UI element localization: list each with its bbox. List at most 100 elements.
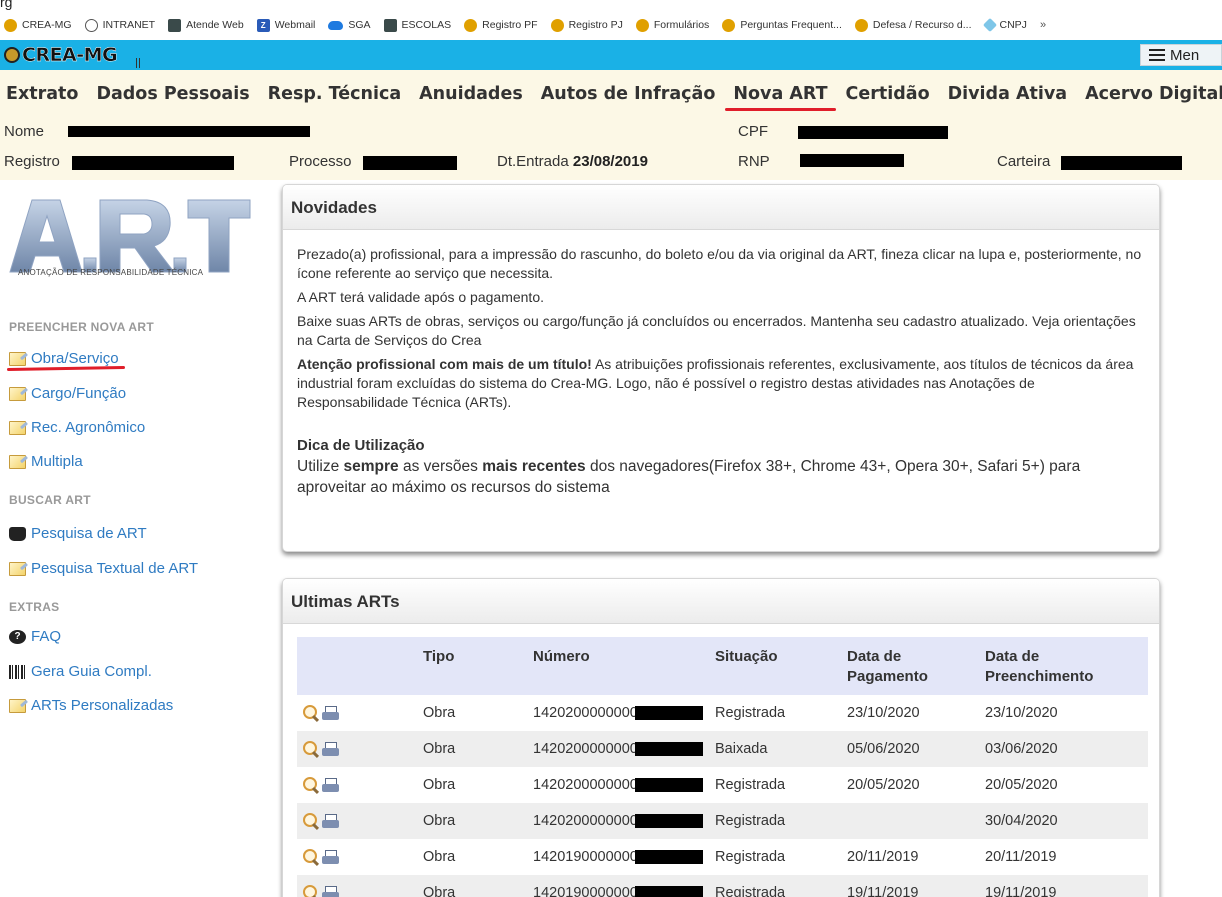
- numero-text: 1420200000000: [533, 705, 638, 721]
- arts-table: Tipo Número Situação Data de Pagamento D…: [297, 637, 1148, 897]
- printer-icon[interactable]: [322, 705, 339, 721]
- link-pesquisa-textual[interactable]: Pesquisa Textual de ART: [9, 560, 198, 577]
- cell-data-preenchimento: 03/06/2020: [985, 741, 1058, 757]
- nome-label: Nome: [4, 123, 45, 140]
- link-faq[interactable]: ? FAQ: [9, 628, 61, 645]
- bookmark-label: Registro PF: [482, 19, 538, 31]
- cell-numero[interactable]: 1420200000000: [533, 695, 715, 731]
- bookmark-item[interactable]: Atende Web: [168, 18, 244, 32]
- bookmark-item[interactable]: CREA-MG: [4, 18, 72, 32]
- nav-tab[interactable]: Anuidades: [419, 84, 523, 104]
- novidades-p1: Prezado(a) profissional, para a impressã…: [297, 246, 1142, 281]
- nav-tab[interactable]: Acervo Digital: [1085, 84, 1222, 104]
- cell-data-preenchimento: 30/04/2020: [985, 813, 1058, 829]
- cell-numero[interactable]: 1420200000000: [533, 731, 715, 767]
- document-edit-icon: [9, 698, 26, 713]
- magnifier-icon[interactable]: [303, 849, 319, 865]
- link-pesquisa-art-label: Pesquisa de ART: [31, 525, 147, 542]
- bookmark-item[interactable]: Defesa / Recurso d...: [854, 18, 972, 32]
- printer-icon[interactable]: [322, 777, 339, 793]
- bookmark-item[interactable]: Registro PJ: [550, 18, 623, 32]
- novidades-body: Prezado(a) profissional, para a impressã…: [283, 230, 1159, 498]
- nav-tab[interactable]: Divida Ativa: [948, 84, 1067, 104]
- processo-label: Processo: [289, 153, 352, 170]
- cell-data-preenchimento: 23/10/2020: [985, 705, 1058, 721]
- crea-mg-logo[interactable]: CREA-MG: [4, 42, 118, 68]
- novidades-p2: A ART terá validade após o pagamento.: [297, 289, 544, 305]
- numero-text: 1420200000000: [533, 741, 638, 757]
- rnp-redacted: [800, 154, 904, 167]
- bookmark-item[interactable]: ESCOLAS: [383, 18, 451, 32]
- magnifier-icon[interactable]: [303, 777, 319, 793]
- bookmark-label: Webmail: [274, 19, 316, 31]
- nav-tab[interactable]: Dados Pessoais: [96, 84, 249, 104]
- link-multipla-label: Multipla: [31, 453, 83, 470]
- bookmark-item[interactable]: SGA: [328, 19, 371, 31]
- cell-tipo: Obra: [423, 741, 456, 757]
- ultimas-arts-title: Ultimas ARTs: [283, 579, 1159, 624]
- nav-tab[interactable]: Certidão: [846, 84, 930, 104]
- numero-text: 1420200000000: [533, 777, 638, 793]
- link-multipla[interactable]: Multipla: [9, 453, 83, 470]
- link-arts-personalizadas-label: ARTs Personalizadas: [31, 697, 174, 714]
- cell-tipo: Obra: [423, 705, 456, 721]
- bookmark-item[interactable]: Perguntas Frequent...: [722, 18, 842, 32]
- nav-tab[interactable]: Extrato: [6, 84, 78, 104]
- printer-icon[interactable]: [322, 849, 339, 865]
- bookmark-label: Perguntas Frequent...: [740, 19, 842, 31]
- link-gera-guia[interactable]: Gera Guia Compl.: [9, 663, 152, 680]
- link-arts-personalizadas[interactable]: ARTs Personalizadas: [9, 697, 173, 714]
- cell-tipo: Obra: [423, 885, 456, 897]
- nav-tab[interactable]: Nova ART: [725, 84, 836, 111]
- bookmark-label: Registro PJ: [568, 19, 623, 31]
- numero-text: 1420190000000: [533, 885, 638, 897]
- link-pesquisa-art[interactable]: Pesquisa de ART: [9, 525, 147, 542]
- magnifier-icon[interactable]: [303, 885, 319, 897]
- crea-icon: [635, 18, 649, 32]
- zimbra-icon: Z: [256, 18, 270, 32]
- annotation-underline: [6, 365, 126, 372]
- cell-data-pagamento: 05/06/2020: [847, 741, 920, 757]
- hamburger-icon: [1149, 49, 1165, 61]
- table-row: Obra 1420190000000 Registrada 19/11/2019 19/…: [297, 875, 1148, 897]
- link-cargo-funcao[interactable]: Cargo/Função: [9, 385, 126, 402]
- bookmark-item[interactable]: Registro PF: [464, 18, 538, 32]
- nav-tab[interactable]: Autos de Infração: [541, 84, 716, 104]
- magnifier-icon[interactable]: [303, 741, 319, 757]
- printer-icon[interactable]: [322, 813, 339, 829]
- cell-data-pagamento: 23/10/2020: [847, 705, 920, 721]
- printer-icon[interactable]: [322, 885, 339, 897]
- table-row: Obra 1420190000000 Registrada 20/11/2019 20/…: [297, 839, 1148, 875]
- dt-entrada-label: Dt.Entrada: [497, 153, 569, 170]
- cell-numero[interactable]: 1420190000000: [533, 839, 715, 875]
- art-caption: ANOTAÇÃO DE RESPONSABILIDADE TÉCNICA: [18, 268, 204, 277]
- table-row: Obra 1420200000000 Registrada 20/05/2020 20/…: [297, 767, 1148, 803]
- dica-text: Utilize sempre as versões mais recentes …: [297, 456, 1145, 498]
- carteira-redacted: [1061, 156, 1182, 170]
- sidebar: ANOTAÇÃO DE RESPONSABILIDADE TÉCNICA PRE…: [0, 180, 275, 897]
- nav-tab[interactable]: Resp. Técnica: [268, 84, 402, 104]
- col-header-data-preenchimento: Data de Preenchimento: [985, 648, 1094, 685]
- bookmarks-overflow-button[interactable]: »: [1040, 19, 1046, 31]
- numero-redacted: [634, 850, 703, 865]
- bookmark-label: Defesa / Recurso d...: [872, 19, 972, 31]
- bookmark-item[interactable]: INTRANET: [84, 18, 155, 32]
- link-rec-agronomico[interactable]: Rec. Agronômico: [9, 419, 145, 436]
- cell-numero[interactable]: 1420200000000: [533, 767, 715, 803]
- crea-seal-icon: [4, 47, 20, 63]
- magnifier-icon[interactable]: [303, 705, 319, 721]
- bookmark-item[interactable]: CNPJ: [982, 17, 1027, 33]
- link-obra-servico[interactable]: Obra/Serviço: [9, 350, 119, 367]
- row-actions: [297, 875, 423, 897]
- menu-button[interactable]: Men: [1140, 44, 1222, 66]
- magnifier-icon[interactable]: [303, 813, 319, 829]
- cell-numero[interactable]: 1420200000000: [533, 803, 715, 839]
- bookmarks-bar: rg CREA-MG INTRANET Atende Web Z Webmail SGA E…: [0, 0, 1222, 40]
- cell-numero[interactable]: 1420190000000: [533, 875, 715, 897]
- cell-data-pagamento: 20/11/2019: [847, 849, 919, 865]
- bookmark-item[interactable]: Formulários: [635, 18, 709, 32]
- cpf-label: CPF: [738, 123, 768, 140]
- printer-icon[interactable]: [322, 741, 339, 757]
- cell-data-pagamento: [847, 803, 985, 839]
- bookmark-item[interactable]: Z Webmail: [256, 18, 316, 32]
